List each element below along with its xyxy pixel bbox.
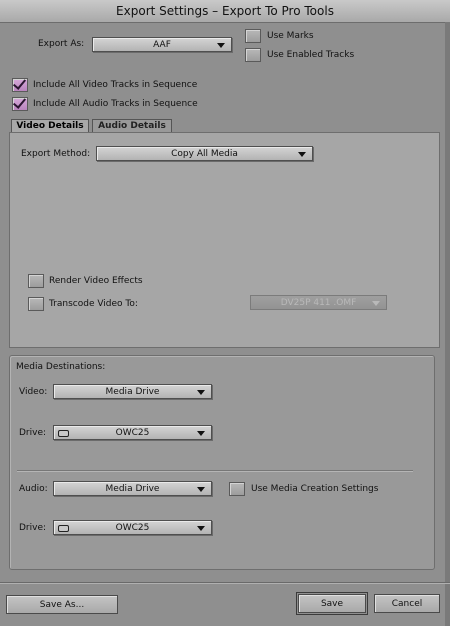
video-drive-label: Drive: bbox=[19, 428, 47, 438]
use-media-creation-checkbox[interactable] bbox=[229, 482, 245, 496]
check-icon bbox=[12, 95, 27, 109]
video-destination-dropdown[interactable]: Media Drive bbox=[53, 384, 212, 399]
audio-destination-label: Audio: bbox=[19, 484, 48, 494]
chevron-down-icon bbox=[197, 431, 205, 436]
drive-icon bbox=[58, 430, 69, 437]
chevron-down-icon bbox=[298, 152, 306, 157]
include-video-label: Include All Video Tracks in Sequence bbox=[33, 80, 198, 90]
chevron-down-icon bbox=[372, 301, 380, 306]
audio-destination-value: Media Drive bbox=[105, 484, 160, 494]
export-as-value: AAF bbox=[153, 40, 171, 50]
video-destination-value: Media Drive bbox=[105, 387, 160, 397]
audio-drive-dropdown[interactable]: OWC25 bbox=[53, 520, 212, 535]
audio-drive-label: Drive: bbox=[19, 523, 47, 533]
use-media-creation-label: Use Media Creation Settings bbox=[251, 484, 379, 494]
audio-destination-dropdown[interactable]: Media Drive bbox=[53, 481, 212, 496]
check-icon bbox=[12, 76, 27, 90]
transcode-format-value: DV25P 411 .OMF bbox=[280, 298, 357, 308]
export-as-dropdown[interactable]: AAF bbox=[92, 37, 232, 52]
render-effects-checkbox[interactable] bbox=[28, 274, 44, 288]
include-audio-checkbox[interactable] bbox=[12, 95, 28, 111]
use-enabled-tracks-checkbox[interactable] bbox=[245, 48, 261, 62]
media-destinations-heading: Media Destinations: bbox=[16, 362, 106, 372]
window-title: Export Settings – Export To Pro Tools bbox=[0, 0, 450, 23]
transcode-label: Transcode Video To: bbox=[49, 299, 138, 309]
include-video-checkbox[interactable] bbox=[12, 76, 28, 92]
chevron-down-icon bbox=[197, 526, 205, 531]
use-marks-checkbox[interactable] bbox=[245, 29, 261, 43]
video-drive-value: OWC25 bbox=[115, 428, 150, 438]
cancel-button[interactable]: Cancel bbox=[374, 594, 440, 613]
save-button[interactable]: Save bbox=[296, 592, 368, 615]
video-destination-label: Video: bbox=[19, 387, 48, 397]
include-audio-label: Include All Audio Tracks in Sequence bbox=[33, 99, 198, 109]
chevron-down-icon bbox=[197, 390, 205, 395]
transcode-format-dropdown: DV25P 411 .OMF bbox=[250, 295, 387, 310]
transcode-checkbox[interactable] bbox=[28, 297, 44, 311]
chevron-down-icon bbox=[197, 487, 205, 492]
footer-divider bbox=[0, 582, 450, 584]
render-effects-label: Render Video Effects bbox=[49, 276, 143, 286]
drive-icon bbox=[58, 525, 69, 532]
video-details-panel bbox=[9, 132, 440, 348]
use-marks-label: Use Marks bbox=[267, 31, 314, 41]
chevron-down-icon bbox=[217, 43, 225, 48]
tab-video-details[interactable]: Video Details bbox=[11, 119, 89, 133]
export-method-dropdown[interactable]: Copy All Media bbox=[96, 146, 313, 161]
audio-drive-value: OWC25 bbox=[115, 523, 150, 533]
export-as-label: Export As: bbox=[38, 39, 85, 49]
destination-divider bbox=[17, 470, 413, 472]
export-method-value: Copy All Media bbox=[171, 149, 238, 159]
tab-audio-details[interactable]: Audio Details bbox=[92, 119, 172, 132]
video-drive-dropdown[interactable]: OWC25 bbox=[53, 425, 212, 440]
window-edge bbox=[445, 22, 450, 626]
use-enabled-tracks-label: Use Enabled Tracks bbox=[267, 50, 355, 60]
save-as-button[interactable]: Save As... bbox=[6, 595, 118, 614]
export-method-label: Export Method: bbox=[21, 149, 91, 159]
